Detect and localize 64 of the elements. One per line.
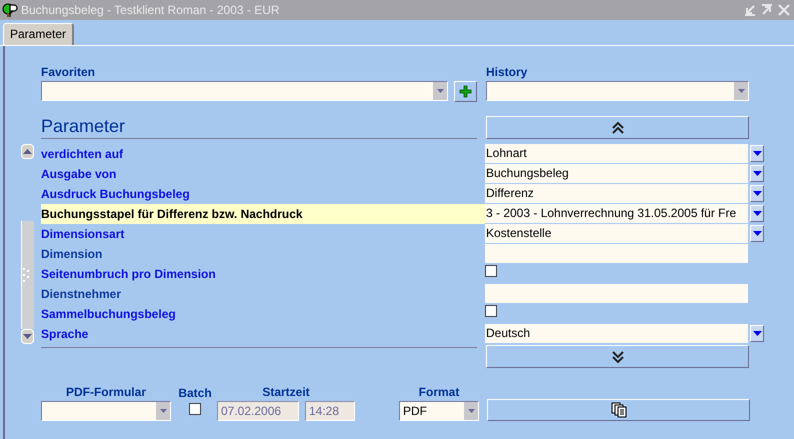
- dropdown-arrow-icon: [752, 211, 762, 216]
- add-button[interactable]: [454, 81, 477, 102]
- dropdown-button[interactable]: [750, 185, 764, 202]
- double-chevron-up-icon: [610, 120, 624, 134]
- dropdown-arrow-icon: [752, 191, 762, 196]
- pdf-form-dropdown[interactable]: [41, 401, 171, 421]
- dropdown-field[interactable]: Buchungsbeleg: [485, 164, 748, 183]
- grip-icon: [23, 268, 29, 282]
- parameter-label[interactable]: Dimension: [41, 244, 485, 264]
- field-label: Batch: [178, 386, 212, 402]
- parameter-label[interactable]: verdichten auf: [41, 144, 485, 164]
- parameter-label[interactable]: Sammelbuchungsbeleg: [41, 304, 485, 324]
- field-label: PDF-Formular: [66, 385, 146, 401]
- parameter-label[interactable]: Ausdruck Buchungsbeleg: [41, 184, 485, 204]
- documents-icon: [610, 402, 626, 418]
- input-field[interactable]: [485, 284, 748, 303]
- dropdown-arrow-icon: [752, 151, 762, 156]
- double-chevron-down-icon: [610, 350, 624, 364]
- format-dropdown[interactable]: PDF: [399, 401, 479, 421]
- field-label: History: [486, 65, 528, 81]
- dropdown-button[interactable]: [750, 205, 764, 222]
- scroll-down-arrow-icon: [23, 334, 32, 339]
- field-label: Format: [418, 385, 460, 401]
- dropdown-button[interactable]: [750, 325, 764, 342]
- dropdown-arrow-icon: [752, 231, 762, 236]
- input-field[interactable]: [485, 244, 748, 263]
- favorites-dropdown[interactable]: [41, 81, 448, 101]
- parameter-label[interactable]: Dimensionsart: [41, 224, 485, 244]
- scroll-thumb[interactable]: [21, 221, 34, 329]
- field-label: Favoriten: [41, 65, 96, 81]
- history-dropdown[interactable]: [486, 81, 749, 101]
- dropdown-field[interactable]: Kostenstelle: [485, 224, 748, 243]
- dropdown-arrow-icon: [752, 331, 762, 336]
- parameter-label[interactable]: Sprache: [41, 324, 485, 344]
- section-heading: Parameter: [41, 115, 477, 139]
- checkbox[interactable]: [485, 305, 497, 317]
- field-label: Startzeit: [262, 385, 310, 401]
- scroll-down-button[interactable]: [486, 345, 749, 368]
- checkbox[interactable]: [485, 265, 497, 277]
- dropdown-field[interactable]: Lohnart: [485, 144, 748, 163]
- dropdown-button[interactable]: [750, 145, 764, 162]
- dropdown-arrow-icon: [468, 409, 474, 413]
- parameter-label[interactable]: Dienstnehmer: [41, 284, 485, 304]
- scroll-up-arrow-icon: [23, 149, 32, 154]
- copy-button[interactable]: [487, 399, 750, 421]
- plus-icon: [459, 85, 472, 98]
- dropdown-field[interactable]: 3 - 2003 - Lohnverrechnung 31.05.2005 für Fre: [485, 204, 748, 223]
- dropdown-arrow-icon: [738, 89, 744, 93]
- parameter-label[interactable]: Buchungsstapel für Differenz bzw. Nachdruck: [41, 204, 485, 224]
- scroll-up-button[interactable]: [486, 116, 749, 139]
- dropdown-button[interactable]: [750, 225, 764, 242]
- app-logo-icon: [2, 2, 18, 18]
- dropdown-arrow-icon: [436, 89, 444, 93]
- tab[interactable]: Parameter: [3, 23, 74, 45]
- dropdown-field[interactable]: Differenz: [485, 184, 748, 203]
- dropdown-field[interactable]: Deutsch: [485, 324, 748, 343]
- dropdown-arrow-icon: [160, 409, 166, 413]
- parameter-label[interactable]: Ausgabe von: [41, 164, 485, 184]
- checkbox[interactable]: [189, 403, 201, 415]
- parameter-label[interactable]: Seitenumbruch pro Dimension: [41, 264, 485, 284]
- window-title: Buchungsbeleg - Testklient Roman - 2003 - EUR: [21, 3, 281, 17]
- dropdown-arrow-icon: [752, 171, 762, 176]
- scrollbar[interactable]: [21, 144, 34, 344]
- dropdown-button[interactable]: [750, 165, 764, 182]
